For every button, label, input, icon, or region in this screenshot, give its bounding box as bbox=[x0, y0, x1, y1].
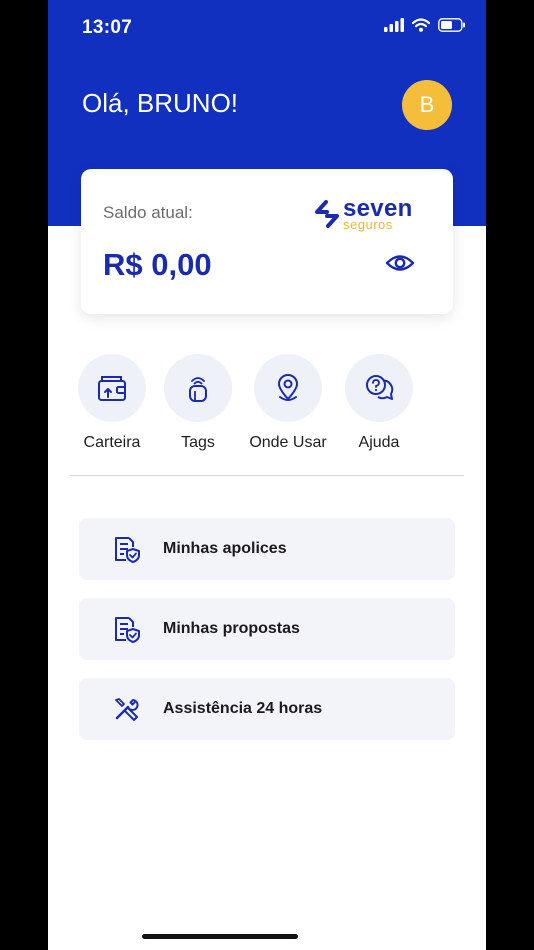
signal-icon bbox=[384, 18, 404, 32]
battery-icon bbox=[438, 18, 465, 32]
quick-action-label: Carteira bbox=[83, 434, 141, 451]
quick-action-label: Tags bbox=[181, 434, 215, 451]
document-shield-icon bbox=[115, 537, 140, 563]
status-icons bbox=[384, 18, 466, 32]
balance-value: R$ 0,00 bbox=[103, 247, 212, 282]
brand-logo: seven seguros bbox=[313, 195, 425, 233]
quick-action-circle bbox=[254, 354, 322, 422]
wifi-icon bbox=[412, 18, 430, 32]
home-indicator[interactable] bbox=[142, 934, 298, 939]
tools-icon bbox=[115, 698, 139, 721]
status-bar: 13:07 bbox=[48, 0, 486, 56]
quick-action-onde-usar[interactable]: Onde Usar bbox=[243, 354, 333, 452]
menu-item-minhas-apolices[interactable]: Minhas apolices bbox=[79, 518, 455, 580]
quick-action-carteira[interactable]: Carteira bbox=[67, 354, 157, 452]
help-chat-icon bbox=[366, 375, 394, 400]
avatar[interactable]: B bbox=[402, 80, 452, 130]
avatar-initial: B bbox=[419, 92, 435, 117]
section-divider bbox=[70, 475, 464, 476]
menu-item-assistencia-24-horas[interactable]: Assistência 24 horas bbox=[79, 678, 455, 740]
quick-action-ajuda[interactable]: Ajuda bbox=[334, 354, 424, 452]
quick-action-tags[interactable]: Tags bbox=[153, 354, 243, 452]
menu-item-label: Minhas apolices bbox=[163, 540, 287, 557]
quick-action-label: Ajuda bbox=[358, 434, 400, 451]
wallet-icon bbox=[98, 376, 126, 401]
quick-action-circle bbox=[78, 354, 146, 422]
balance-label: Saldo atual: bbox=[103, 203, 193, 222]
quick-action-circle bbox=[164, 354, 232, 422]
app-screen: 13:07 Olá, BRUNO! B Saldo atual: R$ 0,00… bbox=[48, 0, 486, 950]
menu-item-label: Minhas propostas bbox=[163, 620, 300, 637]
greeting-text: Olá, BRUNO! bbox=[82, 88, 239, 118]
eye-icon bbox=[385, 255, 415, 271]
brand-subtitle: seguros bbox=[343, 217, 393, 232]
balance-card: Saldo atual: R$ 0,00 seven seguros bbox=[81, 169, 453, 314]
menu-item-minhas-propostas[interactable]: Minhas propostas bbox=[79, 598, 455, 660]
quick-action-label: Onde Usar bbox=[249, 434, 327, 451]
menu-item-label: Assistência 24 horas bbox=[163, 700, 323, 717]
quick-actions: Carteira Tags Onde Usar Ajuda bbox=[48, 354, 486, 464]
toggle-balance-visibility-button[interactable] bbox=[385, 251, 415, 275]
location-pin-icon bbox=[278, 374, 298, 401]
tag-icon bbox=[189, 377, 207, 402]
status-time: 13:07 bbox=[82, 17, 133, 38]
quick-action-circle bbox=[345, 354, 413, 422]
document-shield-icon bbox=[115, 617, 140, 643]
brand-mark-icon bbox=[315, 200, 339, 228]
